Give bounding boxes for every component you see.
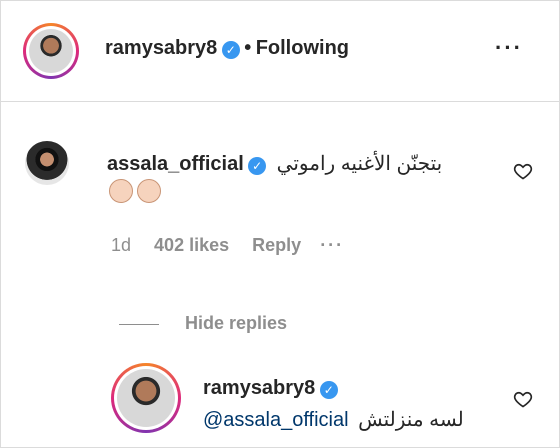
post-header: ramysabry8 ✓ • Following ··· xyxy=(1,1,559,102)
verified-badge-icon: ✓ xyxy=(319,380,338,399)
author-username[interactable]: ramysabry8 xyxy=(105,37,217,59)
comments-panel: ramysabry8 ✓ • Following ··· assala_offi… xyxy=(0,0,560,448)
reply-author-avatar[interactable] xyxy=(111,363,181,433)
reply-text: لسه منزلتش xyxy=(358,409,464,431)
verified-badge-icon: ✓ xyxy=(248,156,267,175)
more-options-icon[interactable]: ··· xyxy=(495,35,523,61)
comment-time: 1d xyxy=(111,235,132,255)
comment-likes[interactable]: 402 likes xyxy=(154,235,229,255)
clapping-hands-icon xyxy=(109,179,133,203)
replies-divider xyxy=(119,324,159,325)
comment-meta: 1d 402 likes Reply ··· xyxy=(111,235,344,256)
hide-replies-button[interactable]: Hide replies xyxy=(185,313,287,334)
following-button[interactable]: Following xyxy=(256,37,349,59)
like-heart-icon[interactable] xyxy=(513,161,533,181)
separator-dot: • xyxy=(244,37,252,59)
commenter-username[interactable]: assala_official xyxy=(107,153,244,175)
clapping-hands-icon xyxy=(137,179,161,203)
comment-more-icon[interactable]: ··· xyxy=(320,235,344,255)
commenter-avatar[interactable] xyxy=(25,141,69,185)
reply-like-heart-icon[interactable] xyxy=(513,389,533,409)
reply-username[interactable]: ramysabry8 xyxy=(203,377,315,399)
reply-button[interactable]: Reply xyxy=(252,235,301,255)
verified-badge-icon: ✓ xyxy=(221,40,240,59)
author-avatar[interactable] xyxy=(23,23,79,79)
reply-mention[interactable]: @assala_official xyxy=(203,409,349,431)
comment-emojis xyxy=(109,179,165,208)
comment-text: بتجنّن الأغنيه راموتي xyxy=(276,153,443,175)
